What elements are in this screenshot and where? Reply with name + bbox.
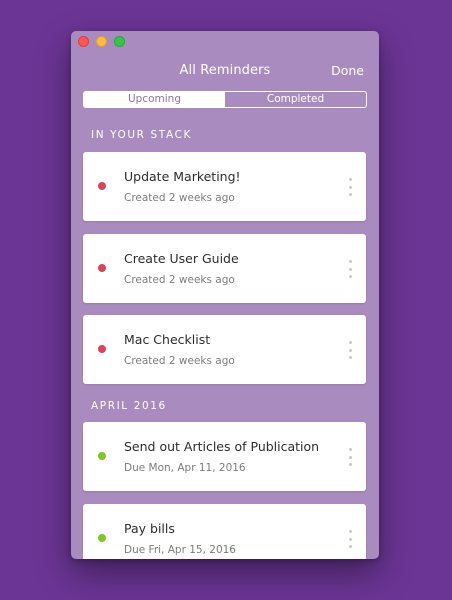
reminder-subtitle: Created 2 weeks ago — [124, 355, 235, 367]
reminder-card[interactable]: Update Marketing! Created 2 weeks ago — [83, 152, 366, 221]
done-button[interactable]: Done — [331, 63, 364, 78]
reminder-title: Mac Checklist — [124, 332, 211, 347]
reminder-card[interactable]: Create User Guide Created 2 weeks ago — [83, 234, 366, 303]
zoom-window-button[interactable] — [114, 36, 125, 47]
reminder-subtitle: Created 2 weeks ago — [124, 274, 235, 286]
reminders-window: All Reminders Done Upcoming Completed IN… — [71, 31, 379, 559]
status-dot-icon — [98, 452, 106, 460]
reminder-subtitle: Due Mon, Apr 11, 2016 — [124, 462, 246, 474]
status-dot-icon — [98, 182, 106, 190]
reminder-title: Send out Articles of Publication — [124, 439, 320, 454]
more-vertical-icon[interactable] — [348, 260, 352, 278]
reminder-subtitle: Created 2 weeks ago — [124, 192, 235, 204]
more-vertical-icon[interactable] — [348, 448, 352, 466]
reminder-title: Pay bills — [124, 521, 175, 536]
section-header-april-2016: APRIL 2016 — [91, 400, 167, 412]
segment-completed[interactable]: Completed — [225, 92, 366, 107]
segment-upcoming[interactable]: Upcoming — [84, 92, 225, 107]
close-window-button[interactable] — [78, 36, 89, 47]
reminder-card[interactable]: Send out Articles of Publication Due Mon… — [83, 422, 366, 491]
minimize-window-button[interactable] — [96, 36, 107, 47]
more-vertical-icon[interactable] — [348, 530, 352, 548]
reminder-card[interactable]: Mac Checklist Created 2 weeks ago — [83, 315, 366, 384]
status-dot-icon — [98, 534, 106, 542]
more-vertical-icon[interactable] — [348, 178, 352, 196]
reminder-card[interactable]: Pay bills Due Fri, Apr 15, 2016 — [83, 504, 366, 559]
status-dot-icon — [98, 264, 106, 272]
filter-segmented-control: Upcoming Completed — [83, 91, 367, 108]
status-dot-icon — [98, 345, 106, 353]
more-vertical-icon[interactable] — [348, 341, 352, 359]
window-controls — [78, 36, 125, 47]
section-header-in-your-stack: IN YOUR STACK — [91, 129, 192, 141]
reminder-title: Create User Guide — [124, 251, 239, 266]
reminder-subtitle: Due Fri, Apr 15, 2016 — [124, 544, 236, 556]
reminder-title: Update Marketing! — [124, 169, 241, 184]
